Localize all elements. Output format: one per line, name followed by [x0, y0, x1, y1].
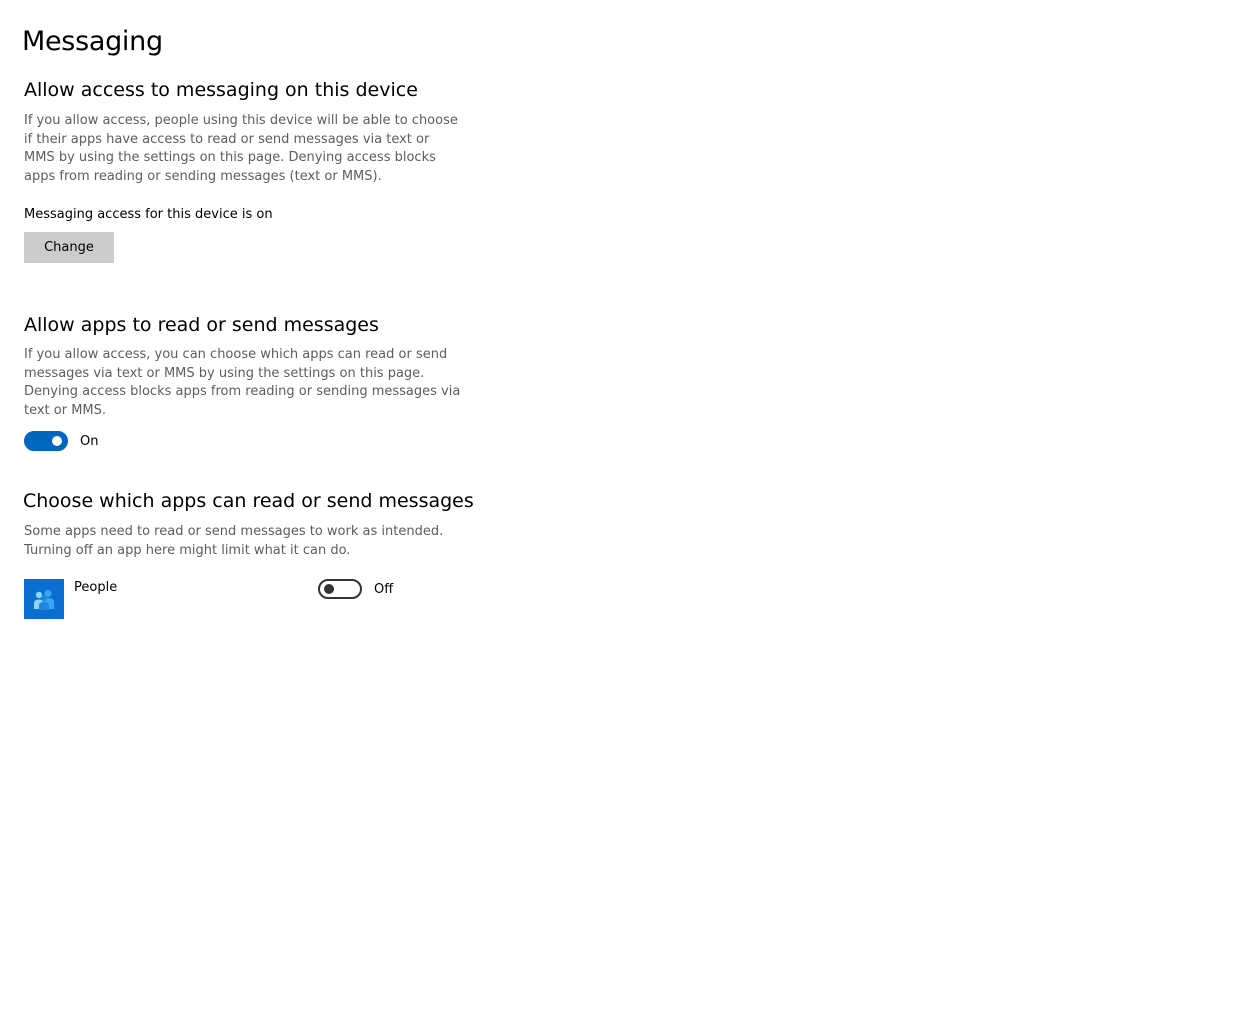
change-button[interactable]: Change [24, 232, 114, 263]
app-access-description: If you allow access, you can choose whic… [24, 347, 461, 418]
device-access-heading: Allow access to messaging on this device [24, 79, 418, 101]
app-list-description: Some apps need to read or send messages … [24, 524, 444, 558]
messaging-settings-page: Messaging Allow access to messaging on t… [0, 0, 1250, 1010]
app-access-toggle-label: On [80, 434, 99, 449]
device-access-description: If you allow access, people using this d… [24, 113, 458, 184]
app-access-heading: Allow apps to read or send messages [24, 314, 379, 336]
device-access-status: Messaging access for this device is on [24, 207, 273, 222]
people-icon-graphic [24, 579, 64, 619]
people-app-toggle-label: Off [374, 582, 394, 597]
app-list-heading: Choose which apps can read or send messa… [23, 490, 474, 512]
toggle-knob [324, 584, 334, 594]
people-icon [24, 579, 64, 619]
page-title: Messaging [22, 26, 163, 57]
toggle-knob [52, 436, 62, 446]
app-access-toggle[interactable] [24, 431, 68, 451]
people-app-toggle[interactable] [318, 579, 362, 599]
app-name-people: People [74, 580, 118, 595]
